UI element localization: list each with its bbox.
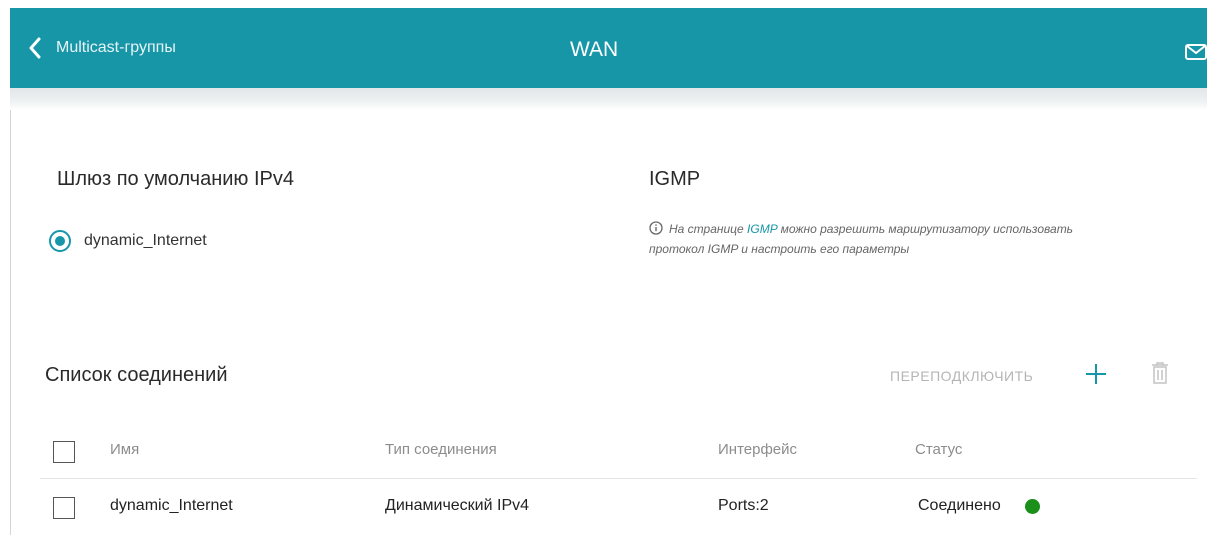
add-connection-button[interactable]: [1084, 362, 1108, 391]
chevron-left-icon: [28, 37, 42, 59]
row-interface: Ports:2: [718, 497, 769, 514]
select-all-checkbox[interactable]: [53, 441, 75, 463]
back-button[interactable]: Multicast-группы: [28, 34, 176, 62]
plus-icon: [1084, 364, 1108, 390]
back-label: Multicast-группы: [56, 39, 176, 56]
connections-title: Список соединений: [45, 364, 228, 386]
radio-label: dynamic_Internet: [84, 232, 207, 249]
trash-icon: [1150, 362, 1170, 389]
gateway-radio-option[interactable]: dynamic_Internet: [49, 230, 207, 252]
column-header-status: Статус: [915, 441, 963, 458]
delete-button[interactable]: [1150, 361, 1170, 390]
info-icon: [649, 221, 663, 235]
top-header: Multicast-группы WAN: [10, 8, 1207, 88]
row-name[interactable]: dynamic_Internet: [110, 497, 233, 515]
status-indicator: [1025, 499, 1040, 514]
radio-selected-dot: [55, 236, 65, 246]
page-frame: Multicast-группы WAN: [10, 0, 1207, 535]
gateway-title: Шлюз по умолчанию IPv4: [57, 168, 295, 190]
table-divider: [40, 478, 1197, 479]
row-checkbox[interactable]: [53, 497, 75, 519]
row-type: Динамический IPv4: [385, 497, 530, 514]
igmp-info-prefix: На странице: [669, 222, 748, 236]
page-title: WAN: [570, 38, 619, 61]
igmp-link[interactable]: IGMP: [747, 222, 777, 236]
radio-button[interactable]: [49, 230, 71, 252]
column-header-type: Тип соединения: [385, 441, 497, 458]
igmp-info: На странице IGMP можно разрешить маршрут…: [649, 219, 1089, 259]
igmp-title: IGMP: [649, 168, 701, 190]
column-header-interface: Интерфейс: [718, 441, 798, 458]
mail-icon[interactable]: [1185, 44, 1207, 65]
header-shadow: [10, 88, 1207, 110]
column-header-name: Имя: [110, 441, 140, 458]
row-status: Соединено: [918, 497, 1001, 514]
reconnect-button[interactable]: ПЕРЕПОДКЛЮЧИТЬ: [890, 368, 1033, 384]
